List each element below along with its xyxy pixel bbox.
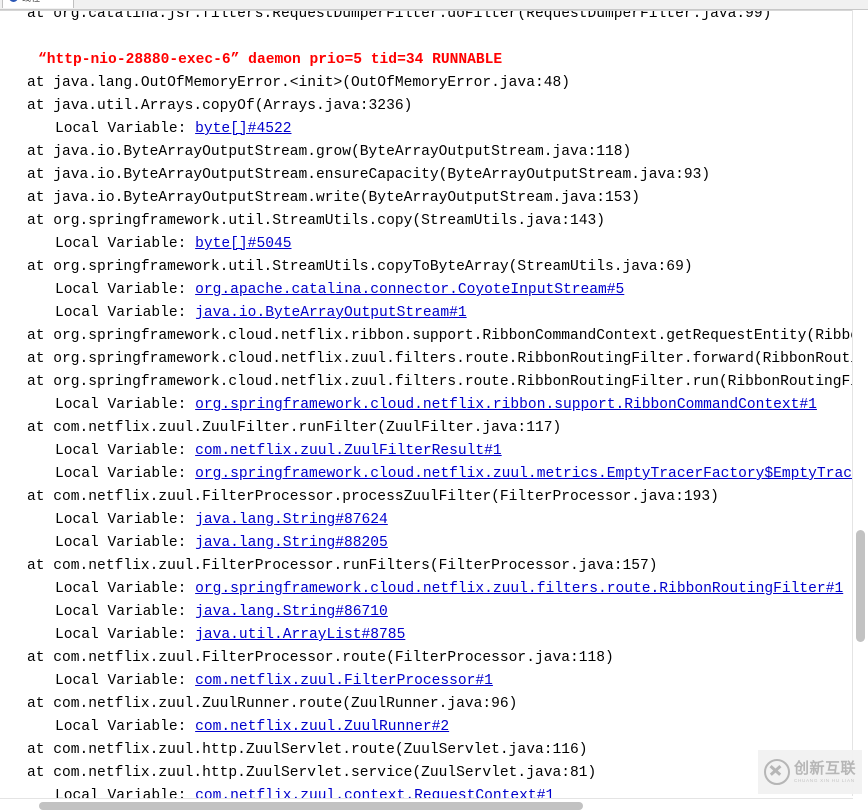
stack-line-clipped: at org.catalina.jsr.filters.RequestDumpe…: [27, 10, 772, 22]
local-variable-ref-link[interactable]: com.netflix.zuul.ZuulRunner#2: [195, 719, 449, 735]
site-watermark: 创新互联 CHUANG XIN HU LIAN: [758, 750, 862, 794]
watermark-pinyin: CHUANG XIN HU LIAN: [793, 777, 855, 783]
stack-line-at: at com.netflix.zuul.ZuulRunner.route(Zuu…: [27, 696, 518, 712]
local-variable-line: Local Variable: java.lang.String#88205: [0, 532, 868, 555]
stack-line-at: at com.netflix.zuul.http.ZuulServlet.ser…: [27, 765, 597, 781]
stack-line-at: at java.io.ByteArrayOutputStream.grow(By…: [27, 144, 632, 160]
local-variable-label: Local Variable:: [55, 466, 187, 482]
watermark-chinese: 创新互联: [793, 758, 856, 777]
stack-line-at: at com.netflix.zuul.FilterProcessor.runF…: [27, 558, 658, 574]
stack-line-at: at com.netflix.zuul.ZuulFilter.runFilter…: [27, 420, 562, 436]
local-variable-line: Local Variable: byte[]#5045: [0, 233, 868, 256]
local-variable-ref-link[interactable]: java.lang.String#86710: [195, 604, 388, 620]
local-variable-line: Local Variable: byte[]#4522: [0, 118, 868, 141]
stack-line-at: at com.netflix.zuul.http.ZuulServlet.rou…: [27, 742, 588, 758]
local-variable-label: Local Variable:: [55, 443, 187, 459]
local-variable-ref-link[interactable]: org.springframework.cloud.netflix.ribbon…: [195, 397, 817, 413]
stack-line-at: at org.springframework.cloud.netflix.zuu…: [27, 351, 868, 367]
local-variable-ref-link[interactable]: java.lang.String#87624: [195, 512, 388, 528]
browser-tab[interactable]: 线程: [2, 0, 74, 8]
local-variable-line: Local Variable: com.netflix.zuul.FilterP…: [0, 670, 868, 693]
vertical-scrollbar-thumb[interactable]: [856, 530, 865, 642]
local-variable-line: Local Variable: java.lang.String#86710: [0, 601, 868, 624]
stack-line-at: at org.springframework.util.StreamUtils.…: [27, 213, 606, 229]
stack-line-at: at com.netflix.zuul.FilterProcessor.rout…: [27, 650, 614, 666]
stack-line-at: at java.io.ByteArrayOutputStream.write(B…: [27, 190, 641, 206]
local-variable-label: Local Variable:: [55, 627, 187, 643]
local-variable-line: Local Variable: java.io.ByteArrayOutputS…: [0, 302, 868, 325]
stack-line-at: at org.springframework.util.StreamUtils.…: [27, 259, 693, 275]
local-variable-label: Local Variable:: [55, 236, 187, 252]
local-variable-ref-link[interactable]: com.netflix.zuul.FilterProcessor#1: [195, 673, 493, 689]
local-variable-label: Local Variable:: [55, 581, 187, 597]
local-variable-ref-link[interactable]: java.util.ArrayList#8785: [195, 627, 405, 643]
local-variable-label: Local Variable:: [55, 719, 187, 735]
horizontal-scrollbar[interactable]: [0, 798, 853, 812]
local-variable-ref-link[interactable]: org.apache.catalina.connector.CoyoteInpu…: [195, 282, 624, 298]
local-variable-label: Local Variable:: [55, 305, 187, 321]
local-variable-label: Local Variable:: [55, 535, 187, 551]
local-variable-label: Local Variable:: [55, 604, 187, 620]
stack-line-at: at org.springframework.cloud.netflix.rib…: [27, 328, 868, 344]
stack-line-at: at java.util.Arrays.copyOf(Arrays.java:3…: [27, 98, 413, 114]
stack-trace-lines: at org.catalina.jsr.filters.RequestDumpe…: [0, 10, 868, 803]
local-variable-line: Local Variable: org.springframework.clou…: [0, 463, 868, 486]
local-variable-ref-link[interactable]: byte[]#4522: [195, 121, 291, 137]
thread-dump-viewer: 线程 at org.catalina.jsr.filters.RequestDu…: [0, 0, 868, 812]
local-variable-ref-link[interactable]: byte[]#5045: [195, 236, 291, 252]
local-variable-line: Local Variable: org.apache.catalina.conn…: [0, 279, 868, 302]
stack-line-at: at java.io.ByteArrayOutputStream.ensureC…: [27, 167, 711, 183]
local-variable-line: Local Variable: com.netflix.zuul.ZuulFil…: [0, 440, 868, 463]
horizontal-scrollbar-thumb[interactable]: [39, 802, 583, 810]
local-variable-label: Local Variable:: [55, 282, 187, 298]
browser-tab-label: 线程: [22, 0, 40, 4]
local-variable-ref-link[interactable]: java.io.ByteArrayOutputStream#1: [195, 305, 467, 321]
vertical-scrollbar[interactable]: [852, 10, 868, 796]
local-variable-line: Local Variable: java.lang.String#87624: [0, 509, 868, 532]
stack-line-at: at com.netflix.zuul.FilterProcessor.proc…: [27, 489, 719, 505]
local-variable-line: Local Variable: java.util.ArrayList#8785: [0, 624, 868, 647]
watermark-text: 创新互联 CHUANG XIN HU LIAN: [793, 758, 856, 784]
x-circle-logo-icon: [763, 759, 790, 785]
stack-trace-pane[interactable]: at org.catalina.jsr.filters.RequestDumpe…: [0, 10, 868, 803]
stack-line-at: at java.lang.OutOfMemoryError.<init>(Out…: [27, 75, 570, 91]
local-variable-label: Local Variable:: [55, 673, 187, 689]
local-variable-ref-link[interactable]: java.lang.String#88205: [195, 535, 388, 551]
thread-header: “http-nio-28880-exec-6” daemon prio=5 ti…: [38, 52, 503, 68]
local-variable-ref-link[interactable]: org.springframework.cloud.netflix.zuul.f…: [195, 581, 843, 597]
local-variable-label: Local Variable:: [55, 512, 187, 528]
local-variable-label: Local Variable:: [55, 397, 187, 413]
local-variable-line: Local Variable: org.springframework.clou…: [0, 394, 868, 417]
local-variable-ref-link[interactable]: org.springframework.cloud.netflix.zuul.m…: [195, 466, 868, 482]
globe-icon: [9, 0, 18, 2]
line-spacer: [0, 26, 868, 49]
local-variable-ref-link[interactable]: com.netflix.zuul.ZuulFilterResult#1: [195, 443, 502, 459]
local-variable-line: Local Variable: com.netflix.zuul.ZuulRun…: [0, 716, 868, 739]
stack-line-at: at org.springframework.cloud.netflix.zuu…: [27, 374, 868, 390]
tab-strip: 线程: [0, 0, 868, 10]
local-variable-line: Local Variable: org.springframework.clou…: [0, 578, 868, 601]
local-variable-label: Local Variable:: [55, 121, 187, 137]
